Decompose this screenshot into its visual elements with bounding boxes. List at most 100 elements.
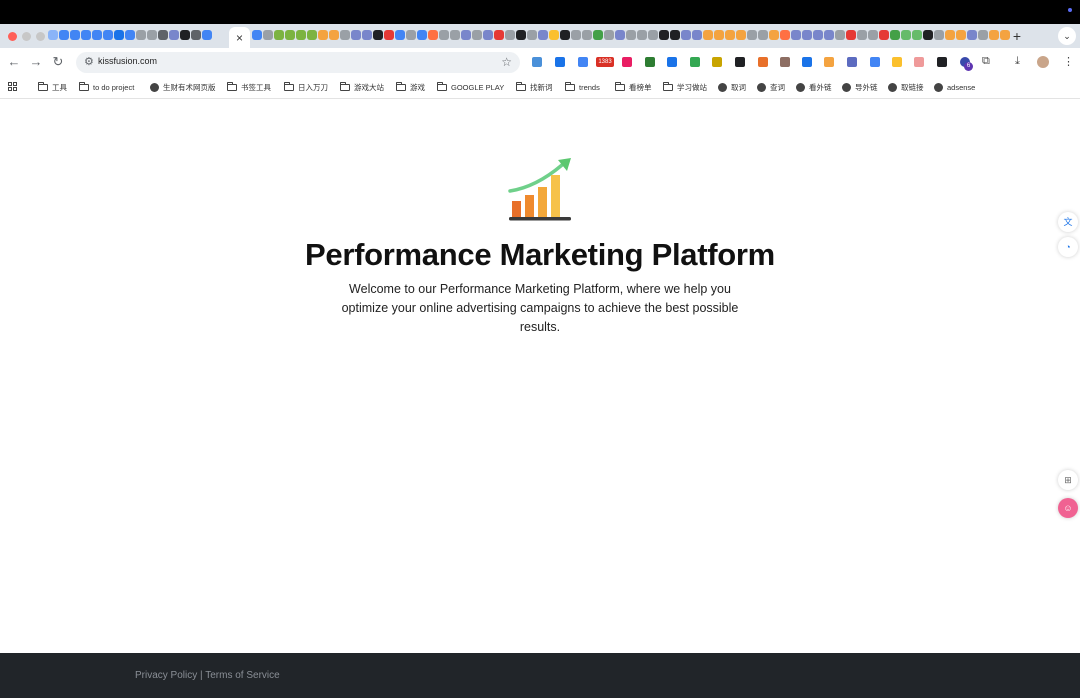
tab-favicon[interactable]: [81, 30, 91, 40]
tab-favicon[interactable]: [813, 30, 823, 40]
tab-favicon[interactable]: [835, 30, 845, 40]
tab-favicon[interactable]: [934, 30, 944, 40]
extension-icon[interactable]: [555, 57, 565, 67]
tab-favicon[interactable]: [956, 30, 966, 40]
bookmark-item[interactable]: 游戏: [396, 81, 425, 93]
tab-favicon[interactable]: [769, 30, 779, 40]
tab-favicon[interactable]: [158, 30, 168, 40]
tab-favicon[interactable]: [637, 30, 647, 40]
close-tab-icon[interactable]: ×: [236, 31, 243, 45]
bookmark-item[interactable]: 书签工具: [227, 81, 271, 93]
bookmark-item[interactable]: 导外链: [842, 81, 878, 93]
tab-favicon[interactable]: [263, 30, 273, 40]
bookmark-star-icon[interactable]: ☆: [501, 55, 512, 69]
extension-badge-icon[interactable]: 1383: [596, 57, 614, 67]
privacy-policy-link[interactable]: Privacy Policy: [135, 670, 197, 681]
avatar[interactable]: [1037, 56, 1049, 68]
tab-favicon[interactable]: [59, 30, 69, 40]
bookmark-item[interactable]: 找新词: [516, 81, 553, 93]
tab-favicon[interactable]: [736, 30, 746, 40]
tab-favicon[interactable]: [461, 30, 471, 40]
tab-favicon[interactable]: [879, 30, 889, 40]
tab-favicon[interactable]: [725, 30, 735, 40]
tab-favicon[interactable]: [180, 30, 190, 40]
tab-favicon[interactable]: [373, 30, 383, 40]
tab-favicon[interactable]: [912, 30, 922, 40]
tab-favicon[interactable]: [395, 30, 405, 40]
extension-icon[interactable]: [578, 57, 588, 67]
tab-favicon[interactable]: [615, 30, 625, 40]
tab-favicon[interactable]: [351, 30, 361, 40]
tab-favicon[interactable]: [362, 30, 372, 40]
tab-favicon[interactable]: [527, 30, 537, 40]
tab-favicon[interactable]: [857, 30, 867, 40]
tab-favicon[interactable]: [571, 30, 581, 40]
extension-icon[interactable]: [802, 57, 812, 67]
back-arrow-icon[interactable]: ←: [6, 54, 22, 70]
tab-favicon[interactable]: [681, 30, 691, 40]
tab-favicon[interactable]: [439, 30, 449, 40]
tab-favicon[interactable]: [780, 30, 790, 40]
bookmark-item[interactable]: 取词: [718, 81, 746, 93]
tab-favicon[interactable]: [802, 30, 812, 40]
tab-favicon[interactable]: [593, 30, 603, 40]
tab-favicon[interactable]: [318, 30, 328, 40]
tab-favicon[interactable]: [1000, 30, 1010, 40]
tab-favicon[interactable]: [92, 30, 102, 40]
bookmark-item[interactable]: trends: [565, 81, 600, 93]
tab-favicon[interactable]: [549, 30, 559, 40]
tab-favicon[interactable]: [659, 30, 669, 40]
tab-favicon[interactable]: [169, 30, 179, 40]
tab-favicon[interactable]: [604, 30, 614, 40]
download-icon[interactable]: ⤓: [1015, 55, 1020, 68]
tab-favicon[interactable]: [648, 30, 658, 40]
tab-favicon[interactable]: [285, 30, 295, 40]
tab-favicon[interactable]: [989, 30, 999, 40]
bookmark-item[interactable]: GOOGLE PLAY: [437, 81, 504, 93]
translate-icon[interactable]: 文: [1058, 212, 1078, 232]
url-text[interactable]: kissfusion.com: [98, 56, 157, 66]
floating-helper-icon[interactable]: ☺: [1058, 498, 1078, 518]
tab-favicon[interactable]: [626, 30, 636, 40]
bookmark-item[interactable]: 取链接: [888, 81, 924, 93]
bookmark-item[interactable]: adsense: [934, 81, 975, 93]
extension-icon[interactable]: [892, 57, 902, 67]
terms-of-service-link[interactable]: Terms of Service: [205, 670, 279, 681]
tab-search-button[interactable]: ⌄: [1058, 27, 1076, 45]
new-tab-button[interactable]: +: [1010, 27, 1024, 45]
tab-favicon[interactable]: [296, 30, 306, 40]
tab-favicon[interactable]: [967, 30, 977, 40]
extension-icon[interactable]: [937, 57, 947, 67]
tab-favicon[interactable]: [868, 30, 878, 40]
tab-favicon[interactable]: [670, 30, 680, 40]
tab-favicon[interactable]: [136, 30, 146, 40]
tab-favicon[interactable]: [125, 30, 135, 40]
tab-favicon[interactable]: [329, 30, 339, 40]
bookmark-item[interactable]: 游戏大站: [340, 81, 384, 93]
bookmark-item[interactable]: 日入万刀: [284, 81, 328, 93]
extension-icon[interactable]: [914, 57, 924, 67]
tab-favicon[interactable]: [945, 30, 955, 40]
bookmark-item[interactable]: 工具: [38, 81, 67, 93]
tab-favicon[interactable]: [758, 30, 768, 40]
tab-favicon[interactable]: [890, 30, 900, 40]
tab-favicon[interactable]: [692, 30, 702, 40]
extension-icon[interactable]: [645, 57, 655, 67]
tab-favicon[interactable]: [307, 30, 317, 40]
tab-favicon[interactable]: [202, 30, 212, 40]
tab-favicon[interactable]: [406, 30, 416, 40]
extension-icon[interactable]: [735, 57, 745, 67]
bookmark-item[interactable]: 看榜单: [615, 81, 652, 93]
tab-favicon[interactable]: [747, 30, 757, 40]
tab-favicon[interactable]: [472, 30, 482, 40]
tab-favicon[interactable]: [791, 30, 801, 40]
tab-favicon[interactable]: [538, 30, 548, 40]
extension-icon[interactable]: [758, 57, 768, 67]
tab-favicon[interactable]: [450, 30, 460, 40]
tab-favicon[interactable]: [147, 30, 157, 40]
tab-favicon[interactable]: [103, 30, 113, 40]
extension-icon[interactable]: [780, 57, 790, 67]
tab-favicon[interactable]: [340, 30, 350, 40]
tab-favicon[interactable]: [516, 30, 526, 40]
tab-favicon[interactable]: [978, 30, 988, 40]
